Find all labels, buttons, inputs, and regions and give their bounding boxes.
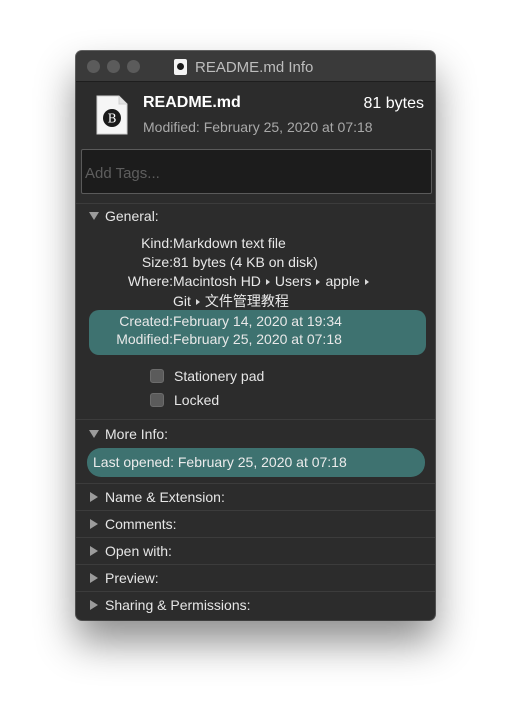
stationery-pad-checkbox[interactable]: Stationery pad — [150, 366, 264, 386]
path-separator-icon — [195, 298, 200, 305]
path-separator-icon — [364, 278, 369, 285]
file-icon-letter: B — [108, 112, 117, 126]
zoom-window-button[interactable] — [127, 60, 140, 73]
last-opened-row: Last opened: February 25, 2020 at 07:18 — [93, 454, 347, 470]
kind-row: Kind: Markdown text file — [76, 235, 435, 254]
divider — [76, 483, 435, 484]
open-with-section-toggle[interactable]: Open with: — [89, 542, 172, 560]
sharing-permissions-section-toggle[interactable]: Sharing & Permissions: — [89, 596, 251, 614]
path-item: Macintosh HD — [173, 273, 261, 289]
disclosure-closed-icon — [90, 492, 98, 502]
divider — [76, 419, 435, 420]
comments-section-toggle[interactable]: Comments: — [89, 515, 177, 533]
where-row-continued: Git 文件管理教程 — [76, 291, 435, 310]
size-label: Size: — [141, 254, 173, 270]
disclosure-closed-icon — [90, 600, 98, 610]
file-size: 81 bytes — [363, 95, 424, 112]
path-item: 文件管理教程 — [204, 293, 289, 309]
divider — [76, 564, 435, 565]
modified-value: February 25, 2020 at 07:18 — [173, 331, 342, 347]
locked-checkbox[interactable]: Locked — [150, 390, 219, 410]
tags-input[interactable] — [81, 149, 432, 194]
kind-value: Markdown text file — [173, 235, 286, 251]
disclosure-closed-icon — [90, 519, 98, 529]
disclosure-open-icon — [89, 212, 99, 220]
where-path-line-1: Macintosh HD Users apple — [173, 273, 374, 289]
path-item: Git — [173, 293, 191, 309]
checkbox-unchecked-icon — [150, 369, 164, 383]
minimize-window-button[interactable] — [107, 60, 120, 73]
sharing-permissions-section-title: Sharing & Permissions: — [105, 597, 251, 613]
divider — [76, 537, 435, 538]
file-name: README.md — [143, 94, 241, 111]
last-opened-label: Last opened: — [93, 454, 174, 470]
close-window-button[interactable] — [87, 60, 100, 73]
header-modified-date: Modified: February 25, 2020 at 07:18 — [143, 119, 373, 135]
title-bar[interactable]: README.md Info — [76, 51, 435, 82]
document-icon — [174, 59, 187, 75]
created-value: February 14, 2020 at 19:34 — [173, 313, 342, 329]
open-with-section-title: Open with: — [105, 543, 172, 559]
more-info-section-title: More Info: — [105, 426, 169, 442]
divider — [76, 510, 435, 511]
path-item: apple — [325, 273, 360, 289]
window-title-group: README.md Info — [174, 58, 313, 76]
window-title: README.md Info — [195, 58, 314, 76]
where-label: Where: — [127, 273, 173, 289]
where-row: Where: Macintosh HD Users apple — [76, 273, 435, 292]
name-extension-section-toggle[interactable]: Name & Extension: — [89, 488, 225, 506]
path-item: Users — [274, 273, 312, 289]
locked-label: Locked — [174, 392, 220, 408]
info-window: README.md Info B README.md 81 bytes Modi… — [76, 51, 435, 620]
size-row: Size: 81 bytes (4 KB on disk) — [76, 254, 435, 273]
markdown-file-icon: B — [96, 95, 128, 135]
divider — [76, 203, 435, 204]
created-row: Created: February 14, 2020 at 19:34 — [76, 313, 435, 332]
file-header: B README.md 81 bytes Modified: February … — [76, 82, 435, 148]
divider — [76, 591, 435, 592]
disclosure-open-icon — [89, 430, 99, 438]
path-separator-icon — [265, 278, 270, 285]
last-opened-value: February 25, 2020 at 07:18 — [177, 454, 347, 470]
general-section-toggle[interactable]: General: — [89, 207, 159, 225]
comments-section-title: Comments: — [105, 516, 177, 532]
created-label: Created: — [119, 313, 173, 329]
path-separator-icon — [316, 278, 321, 285]
disclosure-closed-icon — [90, 573, 98, 583]
disclosure-closed-icon — [90, 546, 98, 556]
size-value: 81 bytes (4 KB on disk) — [173, 254, 318, 270]
stationery-pad-label: Stationery pad — [174, 368, 265, 384]
modified-row: Modified: February 25, 2020 at 07:18 — [76, 331, 435, 350]
checkbox-unchecked-icon — [150, 393, 164, 407]
general-section-title: General: — [105, 208, 159, 224]
where-path-line-2: Git 文件管理教程 — [173, 291, 289, 311]
preview-section-title: Preview: — [105, 570, 159, 586]
preview-section-toggle[interactable]: Preview: — [89, 569, 159, 587]
modified-label: Modified: — [116, 331, 173, 347]
kind-label: Kind: — [141, 235, 173, 251]
more-info-section-toggle[interactable]: More Info: — [89, 425, 168, 443]
name-extension-section-title: Name & Extension: — [105, 489, 225, 505]
